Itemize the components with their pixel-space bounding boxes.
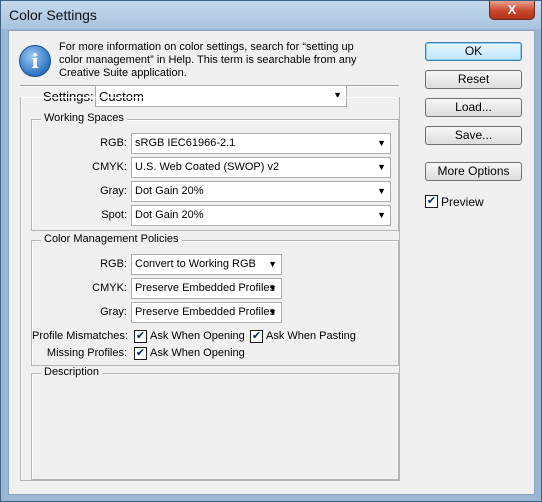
description-title: Description: [41, 366, 103, 378]
cmyk-policy-value: Preserve Embedded Profiles: [135, 282, 276, 294]
window-title: Color Settings: [9, 7, 97, 23]
info-icon: i: [19, 45, 51, 77]
info-text: For more information on color settings, …: [59, 41, 357, 79]
spot-working-space-dropdown[interactable]: Dot Gain 20% ▼: [131, 205, 391, 226]
ask-when-opening-checkbox[interactable]: ✔: [134, 330, 147, 343]
ask-when-opening-label[interactable]: Ask When Opening: [150, 330, 245, 342]
policy-cmyk-label: CMYK:: [92, 282, 127, 294]
preview-checkbox[interactable]: ✔: [425, 195, 438, 208]
rgb-policy-dropdown[interactable]: Convert to Working RGB ▼: [131, 254, 282, 275]
description-group: Description: [31, 366, 399, 480]
policy-gray-label: Gray:: [100, 306, 127, 318]
load-button[interactable]: Load...: [425, 98, 522, 117]
spot-label: Spot:: [101, 209, 127, 221]
gray-working-space-value: Dot Gain 20%: [135, 185, 204, 197]
cmyk-working-space-value: U.S. Web Coated (SWOP) v2: [135, 161, 280, 173]
policies-title: Color Management Policies: [41, 233, 182, 245]
checkmark-icon: ✔: [426, 195, 437, 207]
missing-ask-when-opening-label[interactable]: Ask When Opening: [150, 347, 245, 359]
chevron-down-icon: ▼: [377, 162, 386, 172]
color-management-policies-group: Color Management Policies RGB: Convert t…: [31, 233, 399, 366]
checkmark-icon: ✔: [135, 330, 146, 342]
chevron-down-icon: ▼: [377, 210, 386, 220]
gray-working-space-dropdown[interactable]: Dot Gain 20% ▼: [131, 181, 391, 202]
rgb-working-space-dropdown[interactable]: sRGB IEC61966-2.1 ▼: [131, 133, 391, 154]
close-button[interactable]: X: [489, 1, 535, 20]
chevron-down-icon: ▼: [268, 283, 277, 293]
checkmark-icon: ✔: [251, 330, 262, 342]
working-spaces-title: Working Spaces: [41, 112, 127, 124]
spot-working-space-value: Dot Gain 20%: [135, 209, 204, 221]
ask-when-pasting-label[interactable]: Ask When Pasting: [266, 330, 356, 342]
ok-button[interactable]: OK: [425, 42, 522, 61]
chevron-down-icon: ▼: [268, 259, 277, 269]
checkmark-icon: ✔: [135, 347, 146, 359]
save-button[interactable]: Save...: [425, 126, 522, 145]
policy-rgb-label: RGB:: [100, 258, 127, 270]
gray-policy-dropdown[interactable]: Preserve Embedded Profiles ▼: [131, 302, 282, 323]
working-spaces-group: Working Spaces RGB: sRGB IEC61966-2.1 ▼ …: [31, 112, 399, 231]
dialog-body: i For more information on color settings…: [8, 30, 535, 495]
chevron-down-icon: ▼: [377, 138, 386, 148]
rgb-working-space-value: sRGB IEC61966-2.1: [135, 137, 236, 149]
missing-ask-when-opening-checkbox[interactable]: ✔: [134, 347, 147, 360]
rgb-label: RGB:: [100, 137, 127, 149]
color-settings-dialog: Color Settings X i For more information …: [0, 0, 542, 502]
cmyk-label: CMYK:: [92, 161, 127, 173]
cmyk-policy-dropdown[interactable]: Preserve Embedded Profiles ▼: [131, 278, 282, 299]
chevron-down-icon: ▼: [377, 186, 386, 196]
cmyk-working-space-dropdown[interactable]: U.S. Web Coated (SWOP) v2 ▼: [131, 157, 391, 178]
title-bar[interactable]: Color Settings X: [1, 1, 541, 29]
gray-policy-value: Preserve Embedded Profiles: [135, 306, 276, 318]
chevron-down-icon: ▼: [268, 307, 277, 317]
more-options-button[interactable]: More Options: [425, 162, 522, 181]
missing-profiles-label: Missing Profiles:: [46, 347, 127, 359]
ask-when-pasting-checkbox[interactable]: ✔: [250, 330, 263, 343]
reset-button[interactable]: Reset: [425, 70, 522, 89]
preview-label[interactable]: Preview: [441, 195, 484, 209]
profile-mismatches-label: Profile Mismatches:: [32, 330, 128, 342]
gray-label: Gray:: [100, 185, 127, 197]
rgb-policy-value: Convert to Working RGB: [135, 258, 256, 270]
